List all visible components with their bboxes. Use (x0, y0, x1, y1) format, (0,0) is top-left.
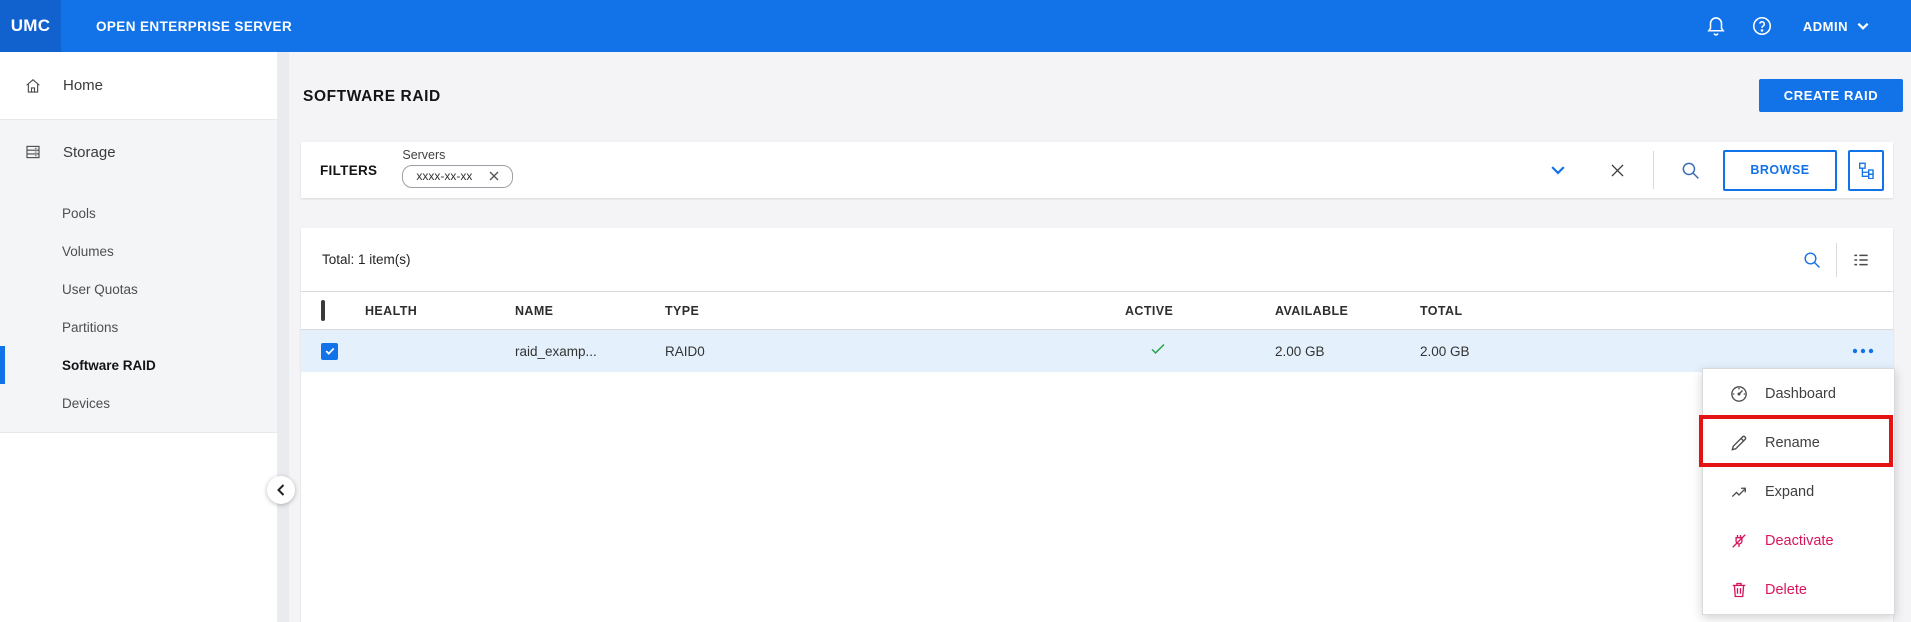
pencil-icon (1729, 433, 1749, 453)
user-menu[interactable]: ADMIN (1803, 18, 1871, 34)
menu-item-deactivate[interactable]: Deactivate (1703, 516, 1894, 565)
deactivate-unplug-icon (1729, 531, 1749, 551)
filter-divider (1653, 151, 1654, 189)
sidebar-item-devices[interactable]: Devices (0, 384, 277, 422)
menu-item-dashboard[interactable]: Dashboard (1703, 369, 1894, 418)
raid-table-card: Total: 1 item(s) HEALTH NAME TYPE ACTIVE (301, 228, 1893, 622)
expand-filters-chevron-icon[interactable] (1548, 160, 1568, 180)
table-row[interactable]: raid_examp... RAID0 2.00 GB 2.00 GB (301, 330, 1893, 372)
menu-item-label: Expand (1765, 484, 1814, 500)
create-raid-button[interactable]: CREATE RAID (1759, 79, 1903, 112)
sidebar-storage-group: Storage Pools Volumes User Quotas Partit… (0, 120, 277, 433)
product-name: OPEN ENTERPRISE SERVER (96, 19, 292, 34)
sidebar-item-label: Pools (62, 206, 96, 221)
sidebar-home-label: Home (63, 77, 103, 94)
sidebar-item-label: Partitions (62, 320, 118, 335)
main-content: SOFTWARE RAID CREATE RAID FILTERS Server… (289, 52, 1911, 622)
sidebar-storage-label: Storage (63, 144, 116, 161)
servers-filter-field: Servers xxxx-xx-xx (402, 142, 513, 188)
remove-tag-icon[interactable] (488, 170, 500, 182)
sidebar-gutter (277, 52, 289, 622)
app-root: UMC OPEN ENTERPRISE SERVER ADMIN Home (0, 0, 1911, 622)
menu-item-label: Dashboard (1765, 386, 1836, 402)
top-bar: UMC OPEN ENTERPRISE SERVER ADMIN (0, 0, 1911, 52)
trash-icon (1729, 580, 1749, 600)
col-header-type[interactable]: TYPE (665, 304, 1125, 318)
collapse-sidebar-button[interactable] (267, 476, 295, 504)
browse-button[interactable]: BROWSE (1723, 150, 1837, 191)
sidebar: Home Storage Pools Volumes User Quotas P… (0, 52, 277, 622)
raid-type-cell: RAID0 (665, 344, 1125, 359)
clear-filters-icon[interactable] (1608, 161, 1627, 180)
table-header-row: HEALTH NAME TYPE ACTIVE AVAILABLE TOTAL (301, 291, 1893, 330)
sidebar-item-software-raid[interactable]: Software RAID (0, 346, 277, 384)
menu-item-expand[interactable]: Expand (1703, 467, 1894, 516)
row-checkbox[interactable] (321, 343, 338, 360)
sidebar-item-volumes[interactable]: Volumes (0, 232, 277, 270)
total-items-text: Total: 1 item(s) (322, 252, 411, 267)
menu-item-label: Deactivate (1765, 533, 1834, 549)
servers-filter-label: Servers (402, 148, 513, 162)
sidebar-item-label: Software RAID (62, 358, 156, 373)
tree-icon (1857, 161, 1875, 179)
table-toolbar-actions (1802, 243, 1871, 277)
table-search-icon[interactable] (1802, 250, 1822, 270)
col-header-name[interactable]: NAME (515, 304, 665, 318)
user-name: ADMIN (1803, 19, 1848, 34)
active-check-icon (1149, 340, 1167, 358)
storage-icon (24, 143, 42, 161)
chevron-down-icon (1855, 18, 1871, 34)
sidebar-item-home[interactable]: Home (0, 52, 277, 120)
total-cell: 2.00 GB (1420, 344, 1833, 359)
home-icon (24, 77, 42, 95)
raid-name-cell: raid_examp... (515, 344, 665, 359)
sidebar-item-pools[interactable]: Pools (0, 194, 277, 232)
sidebar-item-user-quotas[interactable]: User Quotas (0, 270, 277, 308)
sidebar-item-label: Volumes (62, 244, 114, 259)
table-toolbar: Total: 1 item(s) (301, 228, 1893, 291)
available-cell: 2.00 GB (1275, 344, 1420, 359)
page-title: SOFTWARE RAID (303, 88, 441, 106)
select-all-checkbox[interactable] (321, 300, 325, 321)
menu-item-label: Delete (1765, 582, 1807, 598)
storage-sub-list: Pools Volumes User Quotas Partitions Sof… (0, 184, 277, 431)
menu-item-rename[interactable]: Rename (1703, 418, 1894, 467)
col-header-available[interactable]: AVAILABLE (1275, 304, 1420, 318)
menu-item-label: Rename (1765, 435, 1820, 451)
filter-search-icon[interactable] (1680, 160, 1701, 181)
filters-label: FILTERS (320, 163, 377, 178)
column-settings-icon[interactable] (1851, 250, 1871, 270)
col-header-active[interactable]: ACTIVE (1125, 304, 1275, 318)
tree-view-button[interactable] (1848, 150, 1884, 191)
menu-item-delete[interactable]: Delete (1703, 565, 1894, 614)
notifications-bell-icon[interactable] (1705, 15, 1727, 37)
filter-bar: FILTERS Servers xxxx-xx-xx (301, 142, 1893, 198)
sidebar-item-storage[interactable]: Storage (0, 120, 277, 184)
server-filter-tag-value: xxxx-xx-xx (416, 169, 472, 183)
col-header-total[interactable]: TOTAL (1420, 304, 1833, 318)
col-header-health[interactable]: HEALTH (365, 304, 515, 318)
sidebar-item-label: Devices (62, 396, 110, 411)
umc-logo[interactable]: UMC (0, 0, 61, 52)
help-icon[interactable] (1751, 15, 1773, 37)
row-context-menu: Dashboard Rename Expand Deactivate Delet… (1702, 368, 1895, 615)
toolbar-divider (1836, 243, 1837, 277)
sidebar-item-label: User Quotas (62, 282, 138, 297)
topbar-actions: ADMIN (1705, 15, 1911, 37)
ellipsis-icon (1851, 347, 1875, 355)
server-filter-tag[interactable]: xxxx-xx-xx (402, 165, 513, 188)
dashboard-icon (1729, 384, 1749, 404)
sidebar-item-partitions[interactable]: Partitions (0, 308, 277, 346)
row-actions-button[interactable] (1833, 347, 1893, 355)
expand-trend-icon (1729, 482, 1749, 502)
